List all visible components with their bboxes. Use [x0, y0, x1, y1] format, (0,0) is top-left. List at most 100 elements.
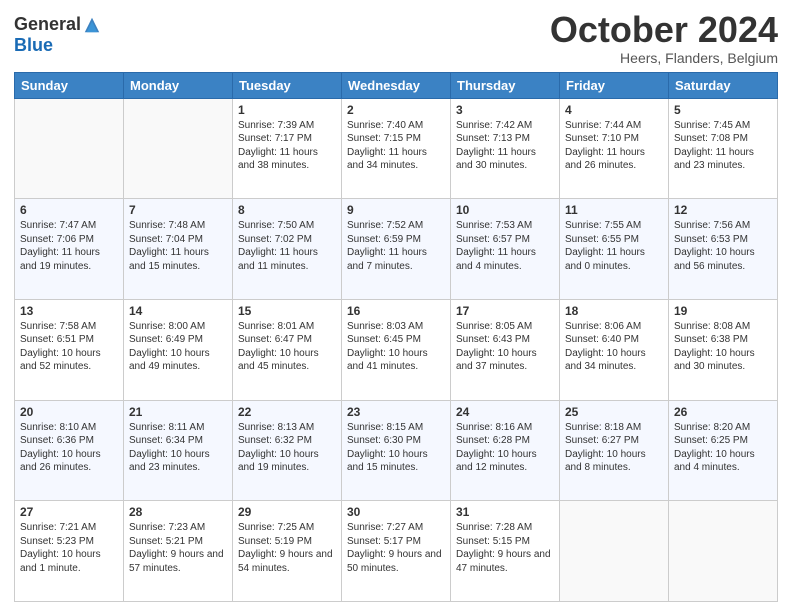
day-info: Sunrise: 7:25 AM Sunset: 5:19 PM Dayligh… — [238, 521, 336, 575]
day-info: Sunrise: 8:18 AM Sunset: 6:27 PM Dayligh… — [565, 421, 663, 475]
calendar-cell: 16Sunrise: 8:03 AM Sunset: 6:45 PM Dayli… — [342, 299, 451, 400]
day-info: Sunrise: 7:52 AM Sunset: 6:59 PM Dayligh… — [347, 219, 445, 273]
calendar-cell: 26Sunrise: 8:20 AM Sunset: 6:25 PM Dayli… — [669, 400, 778, 501]
calendar-cell: 9 Sunrise: 7:52 AM Sunset: 6:59 PM Daylig… — [342, 199, 451, 300]
month-title: October 2024 — [550, 10, 778, 50]
day-number: 29 — [238, 505, 336, 519]
week-row-2: 6 Sunrise: 7:47 AM Sunset: 7:06 PM Daylig… — [15, 199, 778, 300]
day-info: Sunrise: 7:55 AM Sunset: 6:55 PM Dayligh… — [565, 219, 663, 273]
calendar-cell: 11Sunrise: 7:55 AM Sunset: 6:55 PM Dayli… — [560, 199, 669, 300]
day-info: Sunrise: 7:50 AM Sunset: 7:02 PM Dayligh… — [238, 219, 336, 273]
day-info: Sunrise: 8:10 AM Sunset: 6:36 PM Dayligh… — [20, 421, 118, 475]
day-info: Sunrise: 8:05 AM Sunset: 6:43 PM Dayligh… — [456, 320, 554, 374]
day-info: Sunrise: 7:42 AM Sunset: 7:13 PM Dayligh… — [456, 119, 554, 173]
calendar-cell: 19 Sunrise: 8:08 AM Sunset: 6:38 PM Dayli… — [669, 299, 778, 400]
week-row-3: 13 Sunrise: 7:58 AM Sunset: 6:51 PM Dayli… — [15, 299, 778, 400]
day-number: 31 — [456, 505, 554, 519]
day-info: Sunrise: 8:11 AM Sunset: 6:34 PM Dayligh… — [129, 421, 227, 475]
calendar-cell — [560, 501, 669, 602]
header: General Blue October 2024 Heers, Flander… — [14, 10, 778, 66]
calendar-cell — [124, 98, 233, 199]
day-number: 19 — [674, 304, 772, 318]
day-number: 21 — [129, 405, 227, 419]
week-row-1: 1 Sunrise: 7:39 AM Sunset: 7:17 PM Daylig… — [15, 98, 778, 199]
col-monday: Monday — [124, 72, 233, 98]
col-tuesday: Tuesday — [233, 72, 342, 98]
day-info: Sunrise: 7:23 AM Sunset: 5:21 PM Dayligh… — [129, 521, 227, 575]
day-info: Sunrise: 7:39 AM Sunset: 7:17 PM Dayligh… — [238, 119, 336, 173]
day-number: 8 — [238, 203, 336, 217]
week-row-4: 20 Sunrise: 8:10 AM Sunset: 6:36 PM Dayli… — [15, 400, 778, 501]
day-number: 7 — [129, 203, 227, 217]
calendar-cell: 21 Sunrise: 8:11 AM Sunset: 6:34 PM Dayli… — [124, 400, 233, 501]
day-number: 13 — [20, 304, 118, 318]
day-info: Sunrise: 8:06 AM Sunset: 6:40 PM Dayligh… — [565, 320, 663, 374]
day-number: 17 — [456, 304, 554, 318]
day-info: Sunrise: 7:47 AM Sunset: 7:06 PM Dayligh… — [20, 219, 118, 273]
day-info: Sunrise: 8:08 AM Sunset: 6:38 PM Dayligh… — [674, 320, 772, 374]
day-info: Sunrise: 7:53 AM Sunset: 6:57 PM Dayligh… — [456, 219, 554, 273]
day-number: 9 — [347, 203, 445, 217]
day-number: 18 — [565, 304, 663, 318]
day-info: Sunrise: 7:27 AM Sunset: 5:17 PM Dayligh… — [347, 521, 445, 575]
day-number: 14 — [129, 304, 227, 318]
col-sunday: Sunday — [15, 72, 124, 98]
day-number: 20 — [20, 405, 118, 419]
calendar-cell: 3 Sunrise: 7:42 AM Sunset: 7:13 PM Daylig… — [451, 98, 560, 199]
calendar-cell: 8 Sunrise: 7:50 AM Sunset: 7:02 PM Daylig… — [233, 199, 342, 300]
col-wednesday: Wednesday — [342, 72, 451, 98]
week-row-5: 27Sunrise: 7:21 AM Sunset: 5:23 PM Dayli… — [15, 501, 778, 602]
calendar-cell: 24 Sunrise: 8:16 AM Sunset: 6:28 PM Dayli… — [451, 400, 560, 501]
day-number: 28 — [129, 505, 227, 519]
calendar-cell: 6 Sunrise: 7:47 AM Sunset: 7:06 PM Daylig… — [15, 199, 124, 300]
calendar-table: Sunday Monday Tuesday Wednesday Thursday… — [14, 72, 778, 602]
day-info: Sunrise: 8:03 AM Sunset: 6:45 PM Dayligh… — [347, 320, 445, 374]
day-info: Sunrise: 8:00 AM Sunset: 6:49 PM Dayligh… — [129, 320, 227, 374]
calendar-cell: 4Sunrise: 7:44 AM Sunset: 7:10 PM Daylig… — [560, 98, 669, 199]
calendar-header-row: Sunday Monday Tuesday Wednesday Thursday… — [15, 72, 778, 98]
logo-general: General — [14, 14, 81, 35]
calendar-cell: 2Sunrise: 7:40 AM Sunset: 7:15 PM Daylig… — [342, 98, 451, 199]
day-number: 2 — [347, 103, 445, 117]
calendar-cell: 5 Sunrise: 7:45 AM Sunset: 7:08 PM Daylig… — [669, 98, 778, 199]
day-info: Sunrise: 7:58 AM Sunset: 6:51 PM Dayligh… — [20, 320, 118, 374]
day-number: 3 — [456, 103, 554, 117]
calendar-cell: 23Sunrise: 8:15 AM Sunset: 6:30 PM Dayli… — [342, 400, 451, 501]
day-info: Sunrise: 8:16 AM Sunset: 6:28 PM Dayligh… — [456, 421, 554, 475]
calendar-cell: 28 Sunrise: 7:23 AM Sunset: 5:21 PM Dayli… — [124, 501, 233, 602]
col-thursday: Thursday — [451, 72, 560, 98]
day-number: 4 — [565, 103, 663, 117]
day-info: Sunrise: 8:15 AM Sunset: 6:30 PM Dayligh… — [347, 421, 445, 475]
day-number: 5 — [674, 103, 772, 117]
calendar-cell: 18 Sunrise: 8:06 AM Sunset: 6:40 PM Dayli… — [560, 299, 669, 400]
calendar-cell — [669, 501, 778, 602]
logo: General Blue — [14, 14, 101, 56]
day-number: 25 — [565, 405, 663, 419]
day-info: Sunrise: 8:01 AM Sunset: 6:47 PM Dayligh… — [238, 320, 336, 374]
title-block: October 2024 Heers, Flanders, Belgium — [550, 10, 778, 66]
day-number: 15 — [238, 304, 336, 318]
calendar-cell: 10 Sunrise: 7:53 AM Sunset: 6:57 PM Dayli… — [451, 199, 560, 300]
calendar-cell: 25 Sunrise: 8:18 AM Sunset: 6:27 PM Dayli… — [560, 400, 669, 501]
day-number: 24 — [456, 405, 554, 419]
day-info: Sunrise: 7:45 AM Sunset: 7:08 PM Dayligh… — [674, 119, 772, 173]
day-number: 1 — [238, 103, 336, 117]
col-friday: Friday — [560, 72, 669, 98]
calendar-cell: 13 Sunrise: 7:58 AM Sunset: 6:51 PM Dayli… — [15, 299, 124, 400]
calendar-cell: 15 Sunrise: 8:01 AM Sunset: 6:47 PM Dayli… — [233, 299, 342, 400]
calendar-cell: 17 Sunrise: 8:05 AM Sunset: 6:43 PM Dayli… — [451, 299, 560, 400]
calendar-cell: 29 Sunrise: 7:25 AM Sunset: 5:19 PM Dayli… — [233, 501, 342, 602]
day-number: 26 — [674, 405, 772, 419]
col-saturday: Saturday — [669, 72, 778, 98]
day-number: 22 — [238, 405, 336, 419]
calendar-cell — [15, 98, 124, 199]
day-info: Sunrise: 7:21 AM Sunset: 5:23 PM Dayligh… — [20, 521, 118, 575]
day-number: 10 — [456, 203, 554, 217]
day-info: Sunrise: 7:48 AM Sunset: 7:04 PM Dayligh… — [129, 219, 227, 273]
day-info: Sunrise: 8:13 AM Sunset: 6:32 PM Dayligh… — [238, 421, 336, 475]
page: General Blue October 2024 Heers, Flander… — [0, 0, 792, 612]
day-number: 30 — [347, 505, 445, 519]
day-number: 6 — [20, 203, 118, 217]
day-info: Sunrise: 7:28 AM Sunset: 5:15 PM Dayligh… — [456, 521, 554, 575]
calendar-cell: 20 Sunrise: 8:10 AM Sunset: 6:36 PM Dayli… — [15, 400, 124, 501]
